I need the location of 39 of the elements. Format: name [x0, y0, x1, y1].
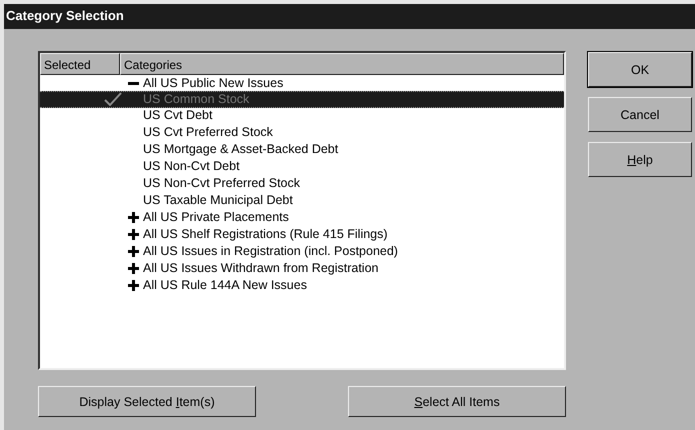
tree-row[interactable]: All US Shelf Registrations (Rule 415 Filings) [40, 226, 564, 243]
category-label: All US Private Placements [143, 210, 289, 225]
tree-row[interactable]: All US Private Placements [40, 209, 564, 226]
plus-icon[interactable] [128, 229, 139, 240]
category-label: US Taxable Municipal Debt [143, 193, 293, 208]
tree-row[interactable]: US Common Stock [40, 91, 564, 108]
tree-row[interactable]: US Mortgage & Asset-Backed Debt [40, 141, 564, 158]
category-label: US Non-Cvt Preferred Stock [143, 176, 300, 191]
tree-row[interactable]: US Cvt Preferred Stock [40, 124, 564, 141]
tree-row[interactable]: All US Issues in Registration (incl. Postponed) [40, 243, 564, 260]
plus-icon[interactable] [128, 263, 139, 274]
window-title: Category Selection [4, 4, 695, 29]
column-header[interactable]: Selected [40, 53, 120, 75]
category-label: All US Issues in Registration (incl. Postponed) [143, 244, 398, 259]
tree-row[interactable]: US Taxable Municipal Debt [40, 192, 564, 209]
tree-row[interactable]: US Non-Cvt Debt [40, 158, 564, 175]
plus-icon[interactable] [128, 280, 139, 291]
category-label: US Cvt Preferred Stock [143, 125, 273, 140]
tree-row[interactable]: US Cvt Debt [40, 107, 564, 124]
display-selected-button[interactable]: Display Selected Item(s) [38, 386, 256, 417]
tree-row[interactable]: US Non-Cvt Preferred Stock [40, 175, 564, 192]
category-label: All US Public New Issues [143, 76, 284, 91]
tree-row[interactable]: All US Rule 144A New Issues [40, 277, 564, 294]
select-all-button[interactable]: Select All Items [348, 386, 566, 417]
category-label: All US Shelf Registrations (Rule 415 Filings) [143, 227, 388, 242]
plus-icon[interactable] [128, 246, 139, 257]
column-header[interactable]: Categories [120, 53, 564, 75]
category-label: US Cvt Debt [143, 108, 212, 123]
tree-row[interactable]: All US Issues Withdrawn from Registration [40, 260, 564, 277]
ok-button[interactable]: OK [588, 52, 692, 87]
cancel-button[interactable]: Cancel [588, 97, 692, 132]
tree-row[interactable]: All US Public New Issues [40, 75, 564, 92]
category-label: All US Rule 144A New Issues [143, 278, 307, 293]
category-label: All US Issues Withdrawn from Registration [143, 261, 378, 276]
category-label: US Common Stock [143, 92, 250, 107]
help-button[interactable]: Help [588, 142, 692, 177]
plus-icon[interactable] [128, 212, 139, 223]
category-label: US Mortgage & Asset-Backed Debt [143, 142, 338, 157]
category-label: US Non-Cvt Debt [143, 159, 240, 174]
